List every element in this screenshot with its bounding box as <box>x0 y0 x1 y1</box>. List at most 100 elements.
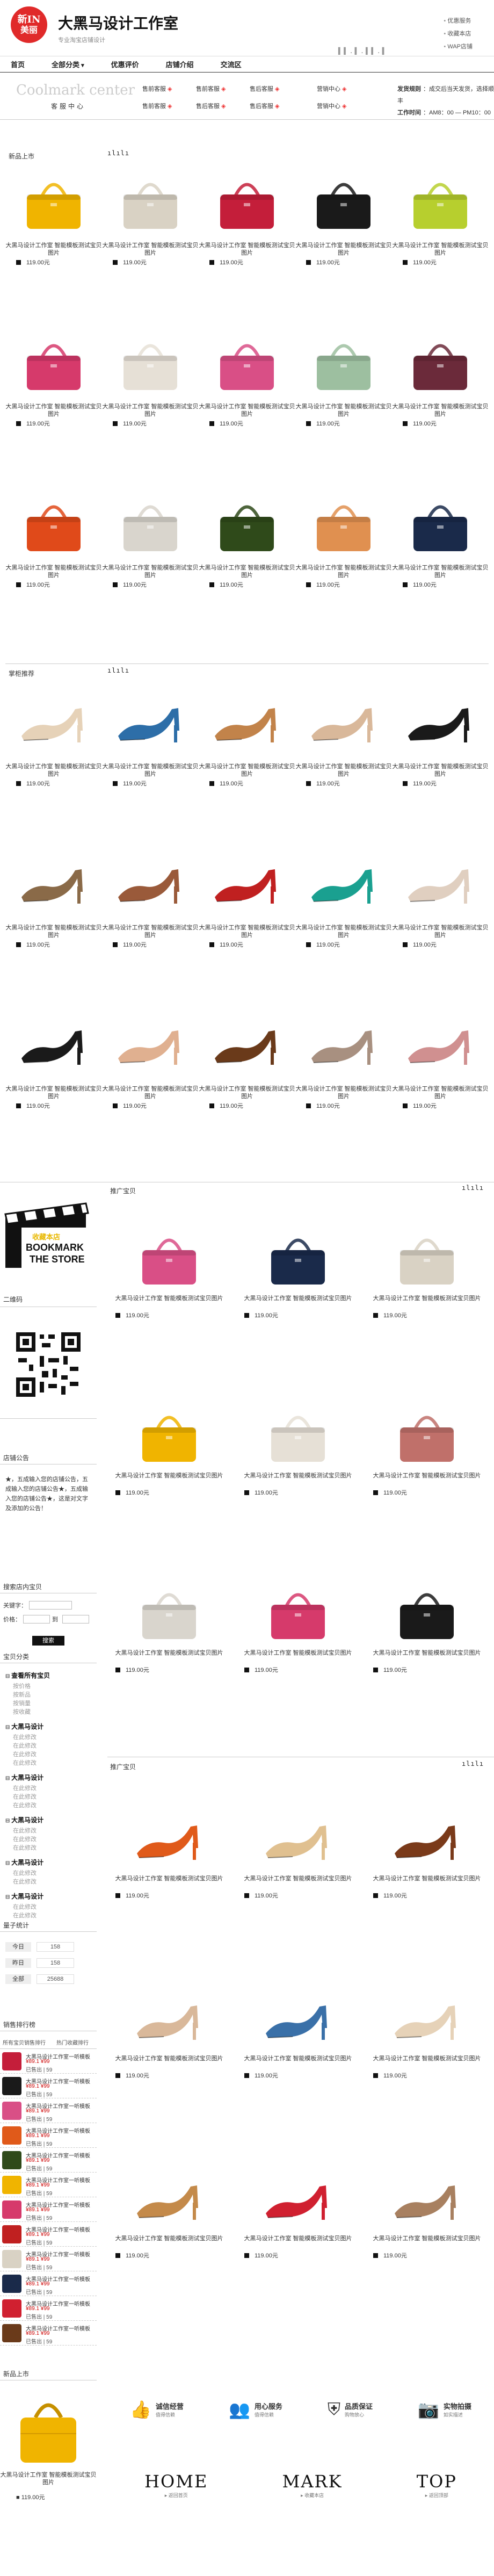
category-item[interactable]: 在此修改 <box>5 1801 94 1810</box>
header-link-discount[interactable]: 优惠服务 <box>444 16 473 25</box>
product-image[interactable] <box>362 1802 491 1872</box>
rank-thumb[interactable] <box>2 2275 21 2293</box>
nav-all-categories[interactable]: 全部分类 <box>52 59 84 69</box>
product-card[interactable]: 大黑马设计工作室 智能模板测试宝贝图片 119.00元 <box>105 1956 234 2135</box>
nav-forum[interactable]: 交流区 <box>221 59 242 69</box>
product-desc[interactable]: 大黑马设计工作室 智能模板测试宝贝图片 <box>199 242 295 257</box>
service-link[interactable]: 营销中心 <box>317 84 347 93</box>
product-image[interactable] <box>105 2162 234 2232</box>
product-image[interactable] <box>105 1982 234 2052</box>
service-link[interactable]: 售后客服 <box>196 102 226 110</box>
product-image[interactable] <box>362 2162 491 2232</box>
product-image[interactable] <box>199 846 295 916</box>
product-desc[interactable]: 大黑马设计工作室 智能模板测试宝贝图片 <box>362 1875 491 1882</box>
product-desc[interactable]: 大黑马设计工作室 智能模板测试宝贝图片 <box>199 403 295 418</box>
product-card[interactable]: 大黑马设计工作室 智能模板测试宝贝图片 119.00元 <box>362 1555 491 1733</box>
category-item[interactable]: 在此修改 <box>5 1793 94 1801</box>
product-image[interactable] <box>295 489 392 559</box>
rank-item[interactable]: 大黑马设计工作室一听模板 ¥89.1 ¥99 已售出 | 59 <box>0 2074 97 2098</box>
product-image[interactable] <box>5 328 102 398</box>
product-desc[interactable]: 大黑马设计工作室 智能模板测试宝贝图片 <box>199 924 295 939</box>
service-link[interactable]: 售后客服 <box>250 84 280 93</box>
product-desc[interactable]: 大黑马设计工作室 智能模板测试宝贝图片 <box>392 564 489 579</box>
product-image[interactable] <box>5 1007 102 1077</box>
product-card[interactable]: 大黑马设计工作室 智能模板测试宝贝图片 119.00元 <box>5 843 102 1005</box>
category-item[interactable]: 在此修改 <box>5 1759 94 1767</box>
product-image[interactable] <box>199 489 295 559</box>
rank-thumb[interactable] <box>2 2102 21 2120</box>
product-desc[interactable]: 大黑马设计工作室 智能模板测试宝贝图片 <box>295 403 392 418</box>
rank-item[interactable]: 大黑马设计工作室一听模板 ¥89.1 ¥99 已售出 | 59 <box>0 2197 97 2222</box>
product-desc[interactable]: 大黑马设计工作室 智能模板测试宝贝图片 <box>234 1295 362 1302</box>
product-card[interactable]: 大黑马设计工作室 智能模板测试宝贝图片 119.00元 <box>234 1201 362 1378</box>
product-card[interactable]: 大黑马设计工作室 智能模板测试宝贝图片 119.00元 <box>5 167 102 328</box>
product-card[interactable]: 大黑马设计工作室 智能模板测试宝贝图片 119.00元 <box>102 1005 199 1166</box>
product-desc[interactable]: 大黑马设计工作室 智能模板测试宝贝图片 <box>102 403 199 418</box>
rank-item[interactable]: 大黑马设计工作室一听模板 ¥89.1 ¥99 已售出 | 59 <box>0 2271 97 2296</box>
rank-item[interactable]: 大黑马设计工作室一听模板 ¥89.1 ¥99 已售出 | 59 <box>0 2148 97 2173</box>
product-desc[interactable]: 大黑马设计工作室 智能模板测试宝贝图片 <box>295 564 392 579</box>
category-item[interactable]: 在此修改 <box>5 1742 94 1750</box>
product-desc[interactable]: 大黑马设计工作室 智能模板测试宝贝图片 <box>102 924 199 939</box>
product-desc[interactable]: 大黑马设计工作室 智能模板测试宝贝图片 <box>392 1085 489 1100</box>
product-desc[interactable]: 大黑马设计工作室 智能模板测试宝贝图片 <box>234 1875 362 1882</box>
product-image[interactable] <box>102 685 199 755</box>
product-card[interactable]: 大黑马设计工作室 智能模板测试宝贝图片 119.00元 <box>295 1005 392 1166</box>
product-card[interactable]: 大黑马设计工作室 智能模板测试宝贝图片 119.00元 <box>102 843 199 1005</box>
product-desc[interactable]: 大黑马设计工作室 智能模板测试宝贝图片 <box>362 1649 491 1657</box>
category-item[interactable]: 在此修改 <box>5 1903 94 1911</box>
product-desc[interactable]: 大黑马设计工作室 智能模板测试宝贝图片 <box>102 763 199 778</box>
product-image[interactable] <box>5 846 102 916</box>
product-desc[interactable]: 大黑马设计工作室 智能模板测试宝贝图片 <box>295 763 392 778</box>
product-desc[interactable]: 大黑马设计工作室 智能模板测试宝贝图片 <box>362 2235 491 2242</box>
product-desc[interactable]: 大黑马设计工作室 智能模板测试宝贝图片 <box>5 564 102 579</box>
rank-thumb[interactable] <box>2 2200 21 2219</box>
product-card[interactable]: 大黑马设计工作室 智能模板测试宝贝图片 119.00元 <box>102 489 199 650</box>
bookmark-store-banner[interactable]: 收藏本店 BOOKMARK THE STORE <box>0 1198 97 1276</box>
product-card[interactable]: 大黑马设计工作室 智能模板测试宝贝图片 119.00元 <box>392 328 489 489</box>
search-keyword-input[interactable] <box>29 1601 72 1610</box>
product-card[interactable]: 大黑马设计工作室 智能模板测试宝贝图片 119.00元 <box>199 682 295 843</box>
product-card[interactable]: 大黑马设计工作室 智能模板测试宝贝图片 119.00元 <box>5 682 102 843</box>
product-image[interactable] <box>5 167 102 236</box>
category-title[interactable]: 大黑马设计 <box>5 1815 94 1824</box>
product-image[interactable] <box>105 1577 234 1647</box>
product-image[interactable] <box>199 685 295 755</box>
product-card[interactable]: 大黑马设计工作室 智能模板测试宝贝图片 119.00元 <box>5 328 102 489</box>
product-desc[interactable]: 大黑马设计工作室 智能模板测试宝贝图片 <box>295 1085 392 1100</box>
category-item[interactable]: 在此修改 <box>5 1750 94 1759</box>
rank-item[interactable]: 大黑马设计工作室一听模板 ¥89.1 ¥99 已售出 | 59 <box>0 2296 97 2321</box>
service-link[interactable]: 售前客服 <box>196 84 226 93</box>
rank-thumb[interactable] <box>2 2225 21 2243</box>
product-desc[interactable]: 大黑马设计工作室 智能模板测试宝贝图片 <box>392 403 489 418</box>
product-image[interactable] <box>199 167 295 236</box>
product-image[interactable] <box>362 1577 491 1647</box>
product-desc[interactable]: 大黑马设计工作室 智能模板测试宝贝图片 <box>295 242 392 257</box>
shop-logo[interactable]: 新IN 美丽 <box>11 6 47 43</box>
product-card[interactable]: 大黑马设计工作室 智能模板测试宝贝图片 119.00元 <box>102 682 199 843</box>
product-image[interactable] <box>295 1007 392 1077</box>
product-desc[interactable]: 大黑马设计工作室 智能模板测试宝贝图片 <box>362 1472 491 1480</box>
product-image[interactable] <box>5 489 102 559</box>
service-link[interactable]: 营销中心 <box>317 102 347 110</box>
product-card[interactable]: 大黑马设计工作室 智能模板测试宝贝图片 119.00元 <box>105 1201 234 1378</box>
category-item[interactable]: 在此修改 <box>5 1869 94 1878</box>
product-desc[interactable]: 大黑马设计工作室 智能模板测试宝贝图片 <box>105 2235 234 2242</box>
rank-thumb[interactable] <box>2 2324 21 2342</box>
product-image[interactable] <box>295 685 392 755</box>
rank-item[interactable]: 大黑马设计工作室一听模板 ¥89.1 ¥99 已售出 | 59 <box>0 2247 97 2271</box>
product-image[interactable] <box>105 1802 234 1872</box>
product-desc[interactable]: 大黑马设计工作室 智能模板测试宝贝图片 <box>199 763 295 778</box>
rank-thumb[interactable] <box>2 2299 21 2318</box>
product-card[interactable]: 大黑马设计工作室 智能模板测试宝贝图片 119.00元 <box>102 167 199 328</box>
product-card[interactable]: 大黑马设计工作室 智能模板测试宝贝图片 119.00元 <box>392 1005 489 1166</box>
rank-item[interactable]: 大黑马设计工作室一听模板 ¥89.1 ¥99 已售出 | 59 <box>0 2098 97 2123</box>
product-desc[interactable]: 大黑马设计工作室 智能模板测试宝贝图片 <box>105 1875 234 1882</box>
product-card[interactable]: 大黑马设计工作室 智能模板测试宝贝图片 119.00元 <box>234 1956 362 2135</box>
product-card[interactable]: 大黑马设计工作室 智能模板测试宝贝图片 119.00元 <box>392 167 489 328</box>
nav-about[interactable]: 店铺介绍 <box>166 59 194 69</box>
product-desc[interactable]: 大黑马设计工作室 智能模板测试宝贝图片 <box>295 924 392 939</box>
product-image[interactable] <box>392 489 489 559</box>
search-button[interactable]: 搜索 <box>32 1636 64 1646</box>
product-card[interactable]: 大黑马设计工作室 智能模板测试宝贝图片 119.00元 <box>295 489 392 650</box>
